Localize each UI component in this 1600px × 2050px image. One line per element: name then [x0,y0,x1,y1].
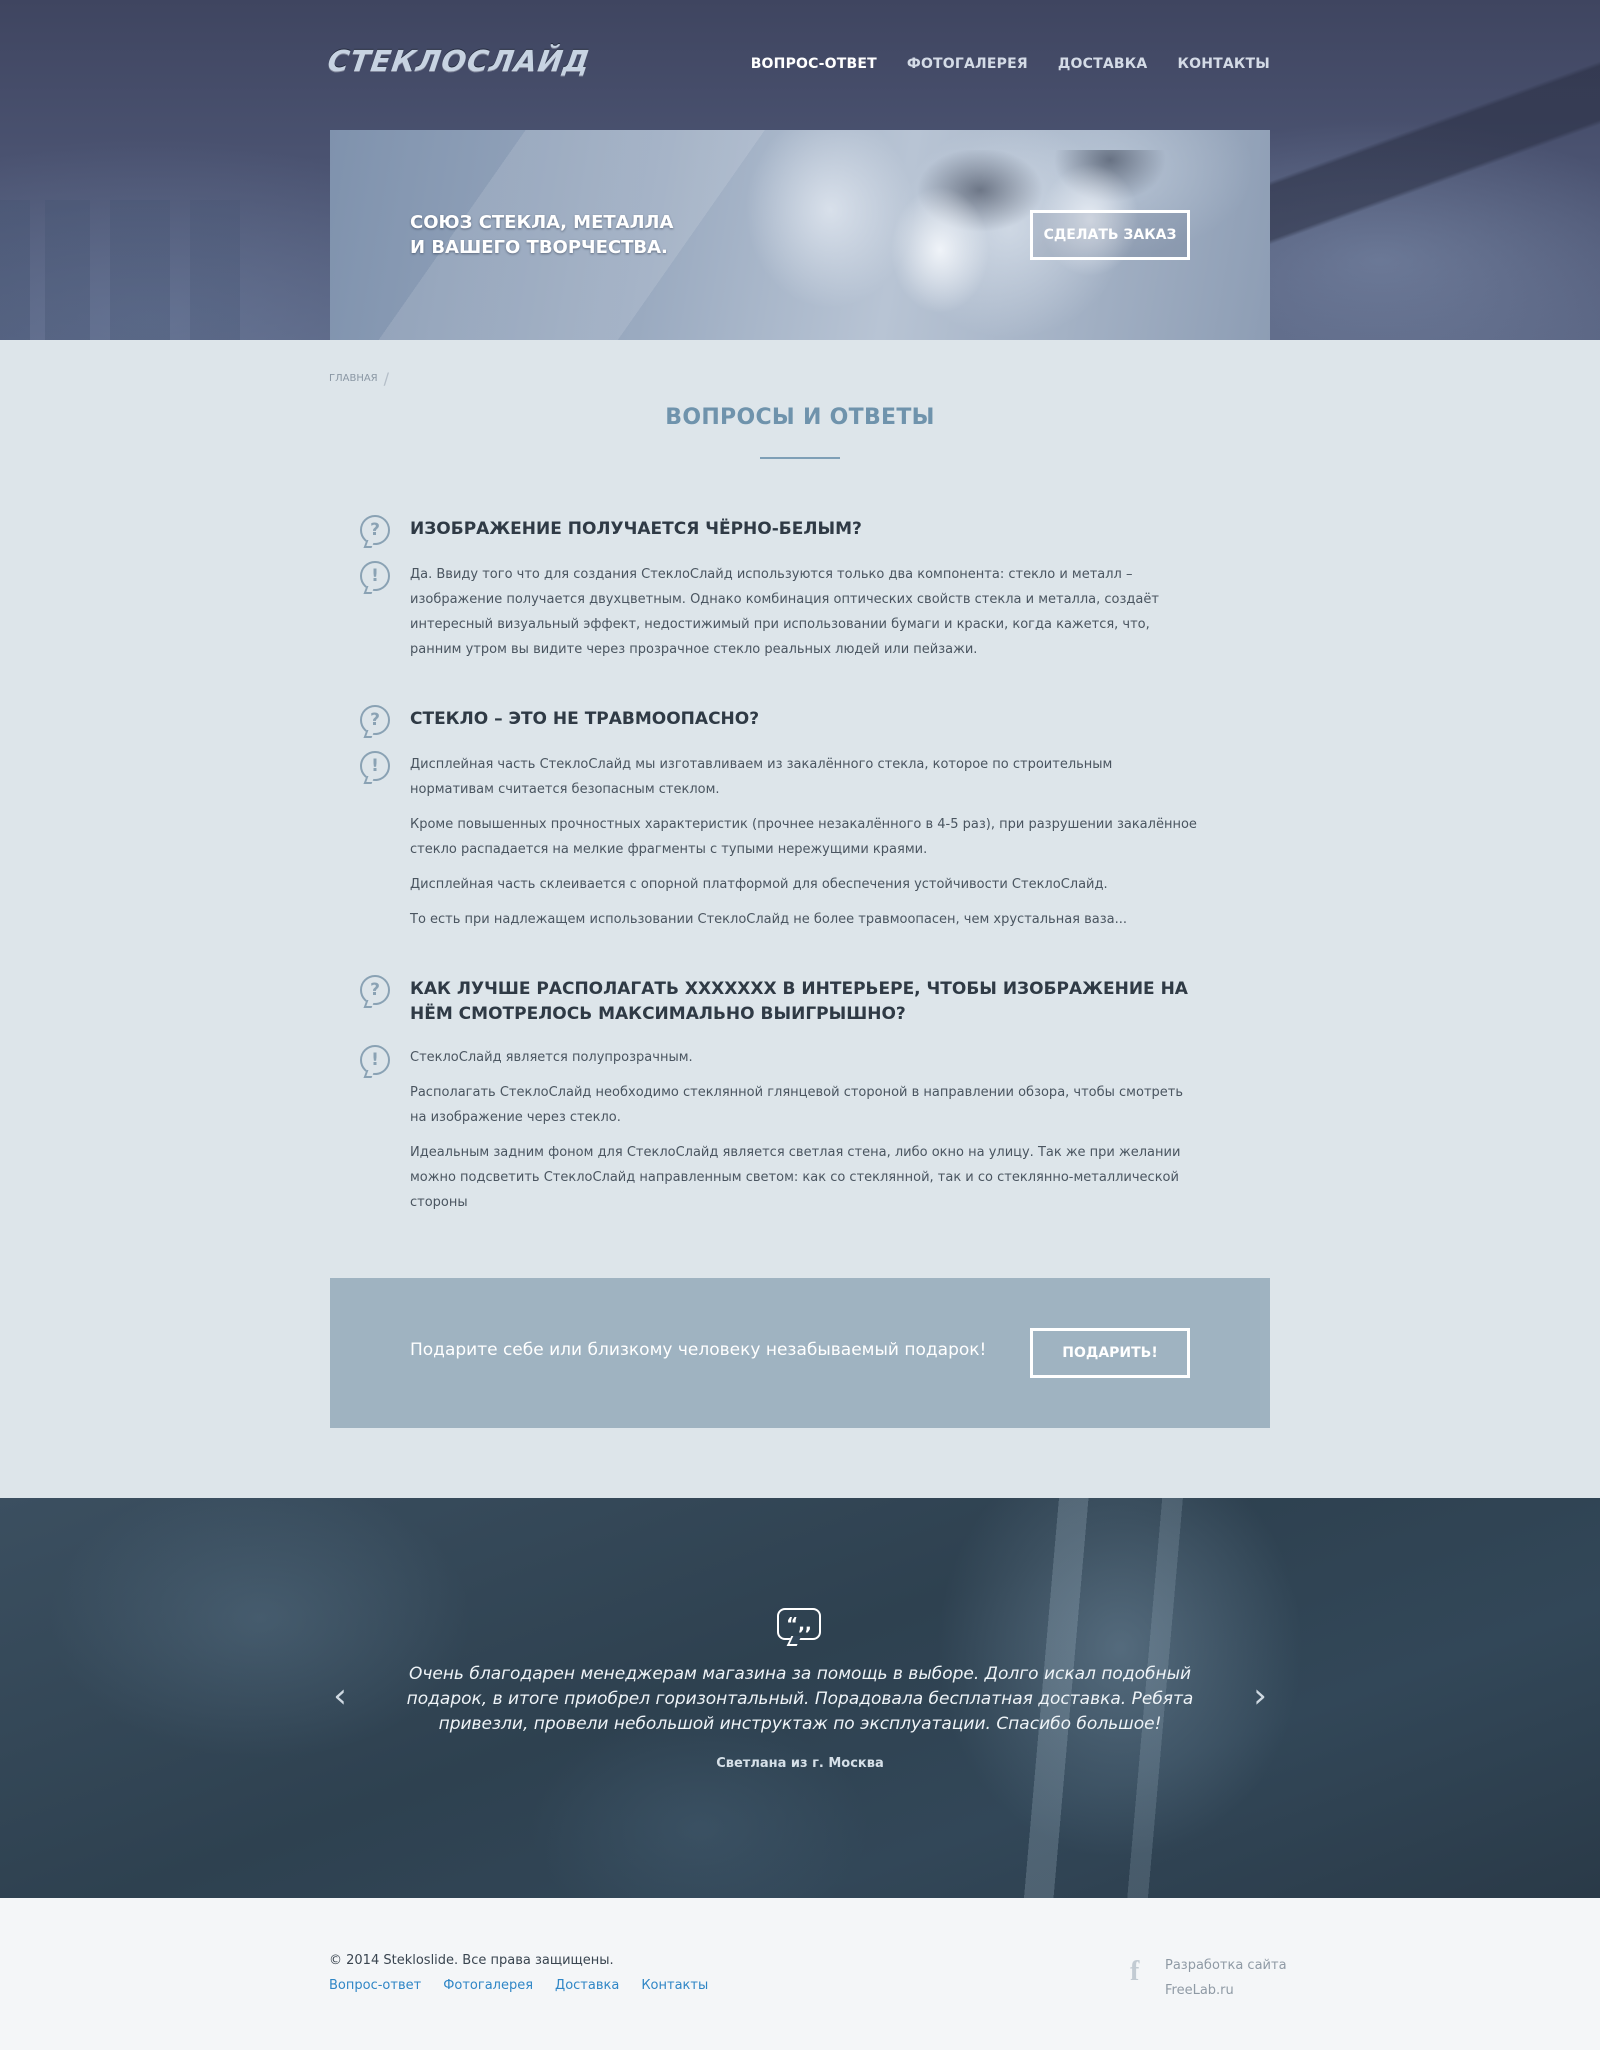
breadcrumb: ГЛАВНАЯ / [329,369,389,388]
slider-prev-arrow[interactable]: ‹ [328,1676,352,1720]
site-logo[interactable]: СТЕКЛОСЛАЙД [326,44,593,78]
city-skyline-decoration [0,200,330,340]
footer-link-faq[interactable]: Вопрос-ответ [329,1978,421,1993]
nav-item-faq[interactable]: ВОПРОС-ОТВЕТ [751,56,877,72]
main-nav: ВОПРОС-ОТВЕТ ФОТОГАЛЕРЕЯ ДОСТАВКА КОНТАК… [751,56,1270,72]
faq-question: СТЕКЛО – ЭТО НЕ ТРАВМООПАСНО? [410,709,760,729]
page-title: ВОПРОСЫ И ОТВЕТЫ [665,405,935,430]
faq-question: ИЗОБРАЖЕНИЕ ПОЛУЧАЕТСЯ ЧЁРНО-БЕЛЫМ? [410,519,862,539]
title-underline [760,457,840,459]
question-icon: ? [360,705,390,735]
developer-link[interactable]: FreeLab.ru [1165,1978,1287,2003]
faq-answer-paragraph: СтеклоСлайд является полупрозрачным. [410,1050,693,1065]
faq-answer-paragraph: Идеальным задним фоном для СтеклоСлайд я… [410,1145,1181,1210]
nav-item-gallery[interactable]: ФОТОГАЛЕРЕЯ [907,56,1028,72]
footer-link-contacts[interactable]: Контакты [641,1978,708,1993]
footer-nav: Вопрос-ответ Фотогалерея Доставка Контак… [329,1978,708,1993]
gift-cta-block: Подарите себе или близкому человеку неза… [330,1278,1270,1428]
faq-answer: Дисплейная часть СтеклоСлайд мы изготавл… [410,752,1200,942]
faq-answer-paragraph: То есть при надлежащем использовании Сте… [410,912,1128,927]
header: СТЕКЛОСЛАЙД ВОПРОС-ОТВЕТ ФОТОГАЛЕРЕЯ ДОС… [0,0,1600,340]
faq-answer-paragraph: Да. Ввиду того что для создания СтеклоСл… [410,567,1159,657]
hero-slogan-line-1: СОЮЗ СТЕКЛА, МЕТАЛЛА [410,212,674,233]
faq-answer-paragraph: Располагать СтеклоСлайд необходимо стекл… [410,1085,1184,1125]
faq-answer: Да. Ввиду того что для создания СтеклоСл… [410,562,1200,672]
hero-banner: СОЮЗ СТЕКЛА, МЕТАЛЛА И ВАШЕГО ТВОРЧЕСТВА… [330,130,1270,340]
gift-cta-text: Подарите себе или близкому человеку неза… [410,1340,987,1360]
hero-slogan-line-2: И ВАШЕГО ТВОРЧЕСТВА. [410,237,668,258]
footer-link-delivery[interactable]: Доставка [555,1978,619,1993]
testimonial-slider: “,, ‹ › Очень благодарен менеджерам мага… [0,1498,1600,1898]
faq-answer-paragraph: Кроме повышенных прочностных характерист… [410,817,1197,857]
answer-icon: ! [360,1045,390,1075]
nav-item-contacts[interactable]: КОНТАКТЫ [1177,56,1270,72]
answer-icon: ! [360,561,390,591]
developer-credit: Разработка сайта FreeLab.ru [1165,1953,1287,2003]
faq-question: КАК ЛУЧШЕ РАСПОЛАГАТЬ XXXXXXX В ИНТЕРЬЕР… [410,979,1188,1024]
hero-slogan: СОЮЗ СТЕКЛА, МЕТАЛЛА И ВАШЕГО ТВОРЧЕСТВА… [410,210,673,260]
main-content: ГЛАВНАЯ / ВОПРОСЫ И ОТВЕТЫ ? ИЗОБРАЖЕНИЕ … [0,340,1600,1498]
gift-button[interactable]: ПОДАРИТЬ! [1030,1328,1190,1378]
order-button[interactable]: СДЕЛАТЬ ЗАКАЗ [1030,210,1190,260]
nav-item-delivery[interactable]: ДОСТАВКА [1058,56,1148,72]
faq-answer: СтеклоСлайд является полупрозрачным. Рас… [410,1045,1200,1225]
footer-link-gallery[interactable]: Фотогалерея [443,1978,533,1993]
testimonial-author: Светлана из г. Москва [716,1756,884,1771]
copyright: © 2014 Stekloslide. Все права защищены. [329,1953,614,1968]
question-icon: ? [360,975,390,1005]
slider-next-arrow[interactable]: › [1248,1676,1272,1720]
testimonial-text: Очень благодарен менеджерам магазина за … [406,1664,1194,1734]
answer-icon: ! [360,751,390,781]
footer: © 2014 Stekloslide. Все права защищены. … [0,1898,1600,2050]
breadcrumb-separator: / [383,369,390,388]
developer-label: Разработка сайта [1165,1958,1287,1973]
breadcrumb-home-link[interactable]: ГЛАВНАЯ [329,373,378,384]
facebook-icon[interactable]: f [1130,1956,1150,1990]
quote-bubble-icon: “,, [777,1608,821,1640]
question-icon: ? [360,515,390,545]
faq-answer-paragraph: Дисплейная часть СтеклоСлайд мы изготавл… [410,757,1113,797]
faq-answer-paragraph: Дисплейная часть склеивается с опорной п… [410,877,1108,892]
